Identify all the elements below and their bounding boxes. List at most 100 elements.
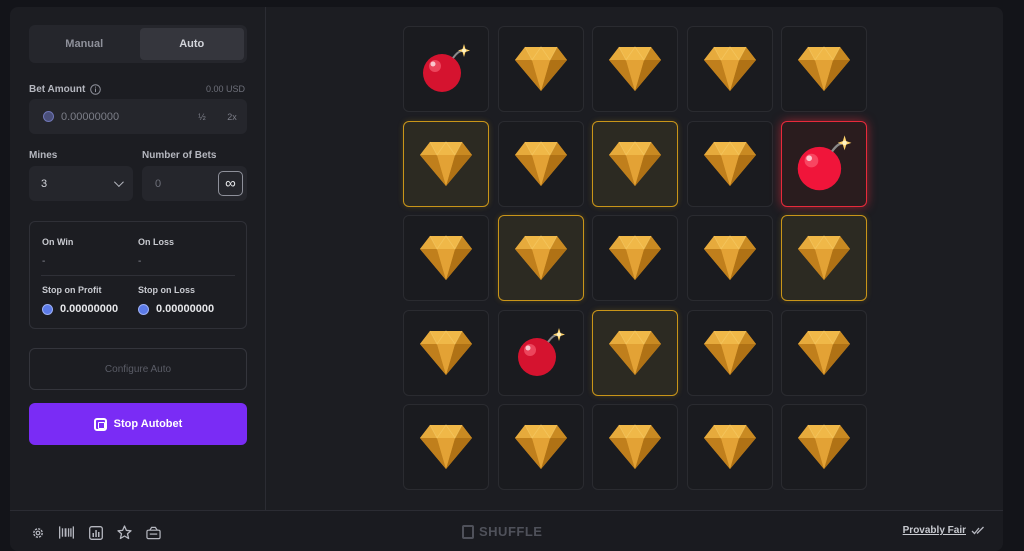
coin-icon <box>42 303 53 315</box>
brand-logo: SHUFFLE <box>462 524 542 539</box>
coin-icon <box>138 303 149 315</box>
footer-bar: SHUFFLE Provably Fair <box>10 510 1003 551</box>
grid-tile[interactable] <box>497 404 584 490</box>
grid-tile[interactable] <box>403 404 489 490</box>
number-of-bets-input[interactable]: 0 ∞ <box>142 166 247 201</box>
double-bet-button[interactable]: 2x <box>217 99 247 134</box>
brand-name: SHUFFLE <box>479 524 543 539</box>
grid-tile[interactable] <box>403 309 489 396</box>
gem-icon <box>420 424 472 469</box>
bomb-icon <box>797 134 852 190</box>
bet-amount-value[interactable]: 0.00000000 <box>61 111 187 123</box>
stop-autobet-button[interactable]: Stop Autobet <box>29 403 247 445</box>
gem-icon <box>514 140 567 186</box>
gem-icon <box>798 235 850 280</box>
barcode-icon[interactable] <box>59 525 74 540</box>
on-loss-label: On Loss <box>138 237 175 247</box>
double-check-icon <box>971 526 984 535</box>
grid-tile[interactable] <box>686 120 773 207</box>
grid-tile[interactable] <box>497 26 584 112</box>
footer-icons <box>30 525 161 540</box>
gem-icon <box>609 329 661 375</box>
info-icon[interactable] <box>90 84 102 95</box>
grid-tile[interactable] <box>592 215 678 301</box>
gem-icon <box>609 424 661 469</box>
grid-tile[interactable] <box>403 26 489 112</box>
stop-autobet-label: Stop Autobet <box>113 418 183 430</box>
gem-icon <box>420 329 472 375</box>
grid-tile[interactable] <box>592 120 678 207</box>
number-of-bets-label: Number of Bets <box>142 150 217 161</box>
grid-tile[interactable] <box>592 26 678 112</box>
mines-grid <box>403 26 873 496</box>
gem-icon <box>798 424 850 469</box>
grid-tile[interactable] <box>592 404 678 490</box>
tab-manual[interactable]: Manual <box>32 28 137 60</box>
mines-game-window: Manual Auto Bet Amount 0.00 USD 0.000000… <box>10 7 1003 551</box>
grid-tile[interactable] <box>497 120 584 207</box>
stop-on-profit-field[interactable]: 0.00000000 <box>42 303 118 315</box>
on-win-value[interactable]: - <box>42 256 45 267</box>
bet-sidebar: Manual Auto Bet Amount 0.00 USD 0.000000… <box>10 7 266 510</box>
grid-tile[interactable] <box>497 309 584 396</box>
grid-tile[interactable] <box>403 215 489 301</box>
stop-on-loss-field[interactable]: 0.00000000 <box>138 303 214 315</box>
gem-icon <box>609 140 661 186</box>
grid-tile[interactable] <box>781 120 867 207</box>
stop-icon <box>93 417 107 431</box>
gem-icon <box>420 140 472 186</box>
gem-icon <box>514 424 567 469</box>
star-icon[interactable] <box>117 525 132 540</box>
mode-tabs: Manual Auto <box>29 25 247 63</box>
grid-tile[interactable] <box>403 120 489 207</box>
panel-divider <box>41 275 235 276</box>
grid-tile[interactable] <box>781 309 867 396</box>
grid-tile[interactable] <box>592 309 678 396</box>
stats-icon[interactable] <box>88 525 103 540</box>
configure-auto-button[interactable]: Configure Auto <box>29 348 247 390</box>
ticket-icon[interactable] <box>146 525 161 540</box>
grid-tile[interactable] <box>686 404 773 490</box>
auto-settings-panel: On Win - On Loss - Stop on Profit 0.0000… <box>29 221 247 329</box>
mines-label: Mines <box>29 150 58 161</box>
bomb-icon <box>517 327 565 376</box>
tab-auto[interactable]: Auto <box>139 28 244 60</box>
grid-tile[interactable] <box>686 309 773 396</box>
gem-icon <box>798 329 850 375</box>
grid-tile[interactable] <box>781 26 867 112</box>
chevron-down-icon <box>113 177 124 188</box>
grid-tile[interactable] <box>686 26 773 112</box>
bomb-icon <box>423 44 470 92</box>
provably-fair-label: Provably Fair <box>902 525 966 536</box>
bet-amount-input[interactable]: 0.00000000 ½ 2x <box>29 99 247 134</box>
bet-amount-label-row: Bet Amount <box>29 84 102 95</box>
gem-icon <box>703 140 756 186</box>
grid-tile[interactable] <box>781 215 867 301</box>
grid-tile[interactable] <box>686 215 773 301</box>
provably-fair-link[interactable]: Provably Fair <box>903 525 985 536</box>
mines-select[interactable]: 3 <box>29 166 133 201</box>
shuffle-logo-icon <box>462 524 474 539</box>
on-loss-value[interactable]: - <box>138 256 141 267</box>
stop-on-loss-value[interactable]: 0.00000000 <box>156 303 214 315</box>
stop-on-loss-label: Stop on Loss <box>138 285 195 295</box>
gem-icon <box>420 235 472 280</box>
number-of-bets-value[interactable]: 0 <box>155 178 161 190</box>
settings-icon[interactable] <box>30 525 45 540</box>
stop-on-profit-value[interactable]: 0.00000000 <box>60 303 118 315</box>
gem-icon <box>609 235 661 280</box>
gem-icon <box>703 329 756 375</box>
bet-usd-value: 0.00 USD <box>205 84 245 94</box>
stop-on-profit-label: Stop on Profit <box>42 285 102 295</box>
coin-icon <box>43 111 54 122</box>
bet-amount-label: Bet Amount <box>29 84 86 95</box>
infinite-bets-button[interactable]: ∞ <box>218 171 243 196</box>
gem-icon <box>703 235 756 280</box>
gem-icon <box>703 46 756 91</box>
gem-icon <box>514 46 567 91</box>
grid-tile[interactable] <box>781 404 867 490</box>
gem-icon <box>798 46 850 91</box>
game-board-area <box>267 7 1003 510</box>
grid-tile[interactable] <box>497 215 584 301</box>
half-bet-button[interactable]: ½ <box>187 99 217 134</box>
